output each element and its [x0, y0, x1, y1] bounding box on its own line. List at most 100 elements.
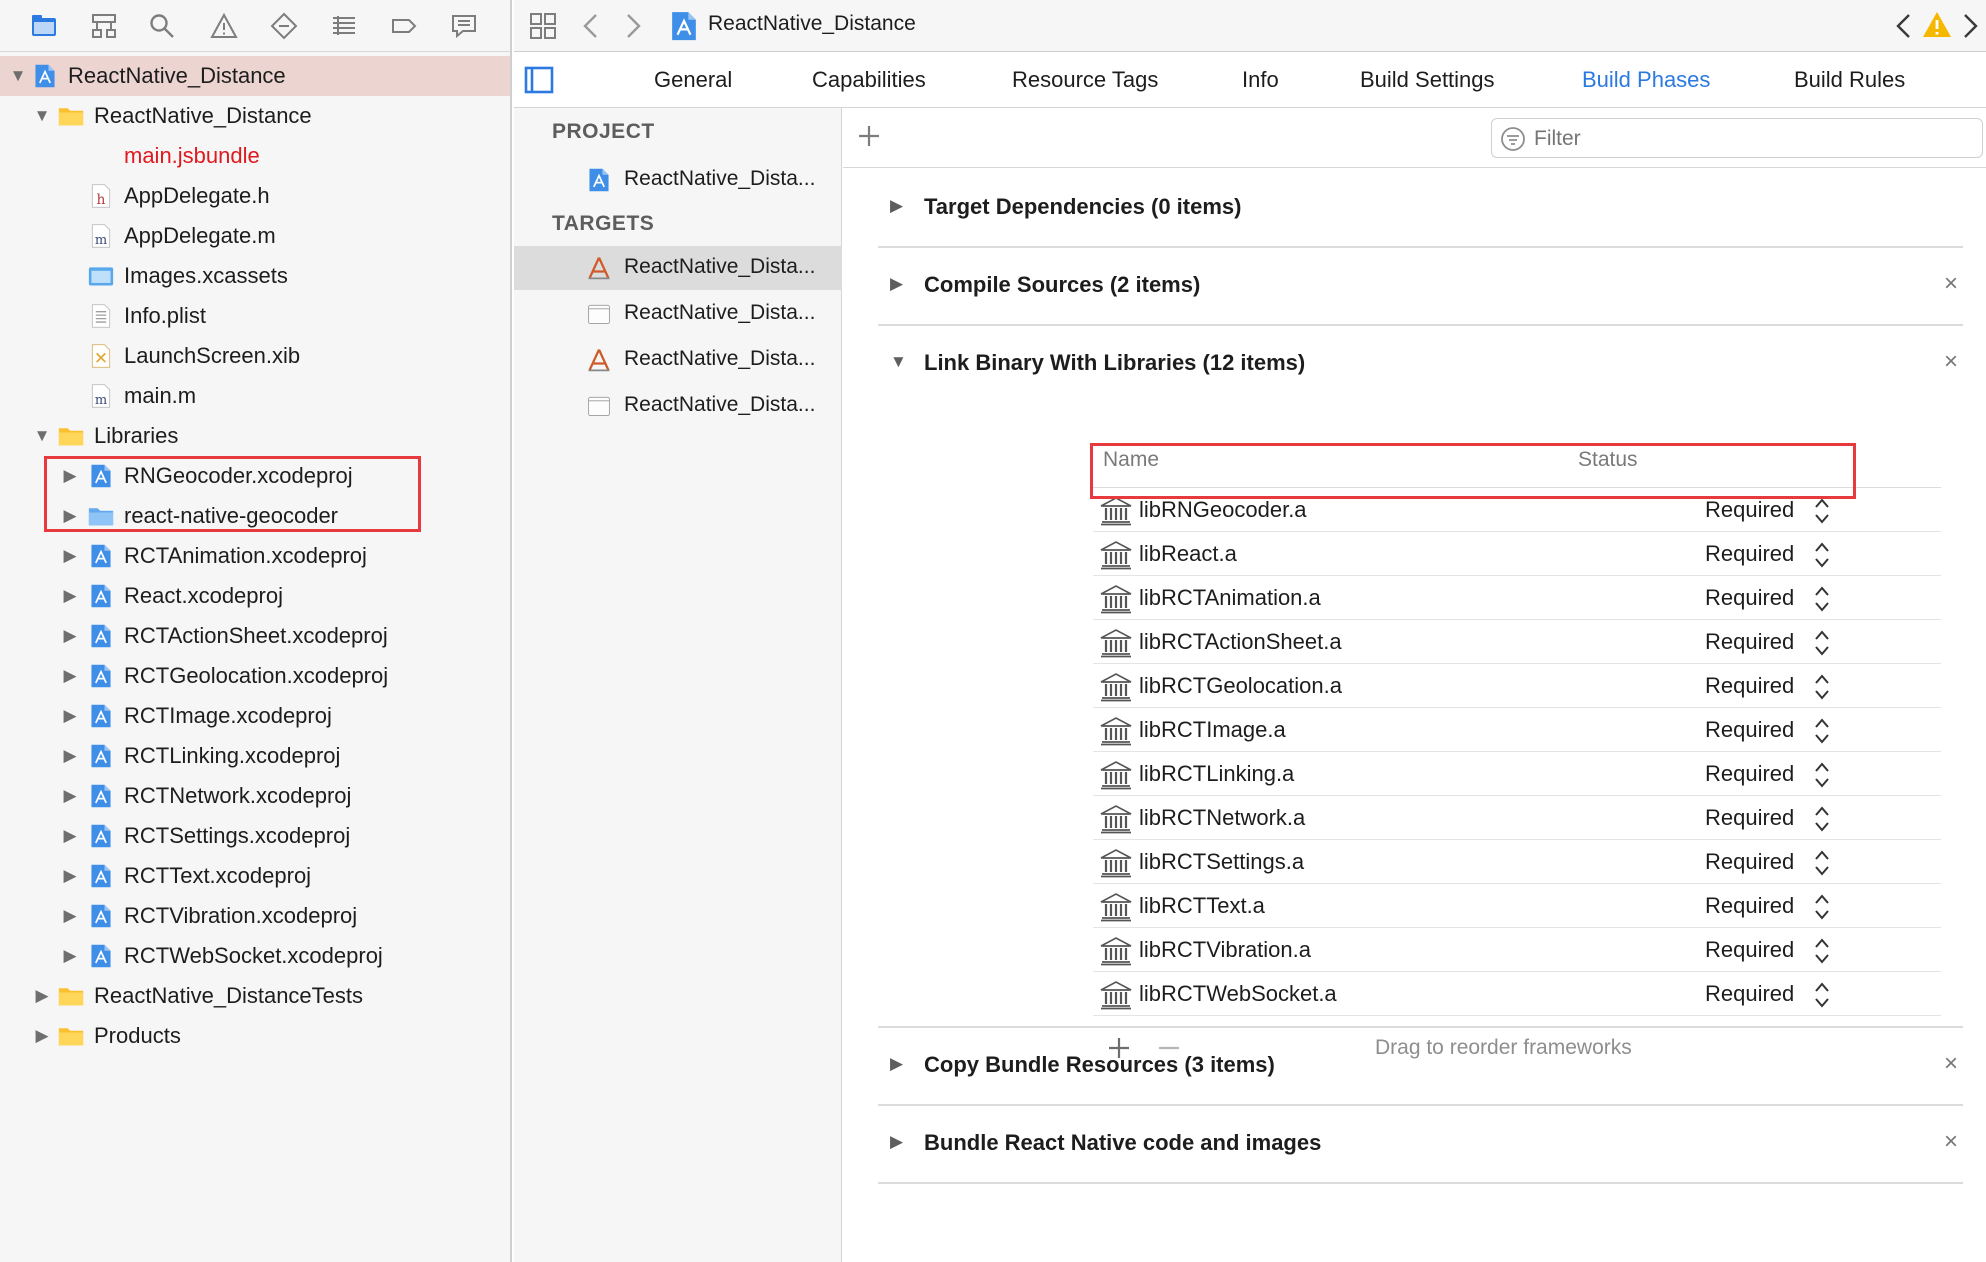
show-targets-icon[interactable]	[524, 66, 554, 94]
library-row[interactable]: libReact.a Required	[1093, 532, 1941, 576]
filter-input[interactable]	[1534, 125, 1964, 153]
status-stepper-icon[interactable]	[1813, 628, 1831, 658]
status-stepper-icon[interactable]	[1813, 584, 1831, 614]
disclosure-closed-icon[interactable]: ▶	[60, 586, 80, 606]
debug-list-icon[interactable]	[328, 10, 360, 42]
test-diamond-icon[interactable]	[268, 10, 300, 42]
warning-icon[interactable]	[1922, 10, 1952, 40]
library-row[interactable]: libRCTText.a Required	[1093, 884, 1941, 928]
tree-item[interactable]: LaunchScreen.xib	[0, 336, 510, 376]
previous-issue-icon[interactable]	[1894, 12, 1914, 40]
status-stepper-icon[interactable]	[1813, 540, 1831, 570]
tree-item[interactable]: m main.m	[0, 376, 510, 416]
build-phase-title[interactable]: Bundle React Native code and images	[924, 1130, 1321, 1156]
disclosure-closed-icon[interactable]: ▶	[60, 666, 80, 686]
tree-item[interactable]: ▶ ReactNative_DistanceTests	[0, 976, 510, 1016]
disclosure-closed-icon[interactable]: ▶	[60, 626, 80, 646]
tree-item[interactable]: ▶ RCTNetwork.xcodeproj	[0, 776, 510, 816]
library-row[interactable]: libRNGeocoder.a Required	[1093, 488, 1941, 532]
tree-item[interactable]: ▶ Products	[0, 1016, 510, 1056]
status-stepper-icon[interactable]	[1813, 496, 1831, 526]
tree-item[interactable]: ▶ RCTWebSocket.xcodeproj	[0, 936, 510, 976]
tree-item[interactable]: ▶ RCTGeolocation.xcodeproj	[0, 656, 510, 696]
disclosure-closed-icon[interactable]: ▶	[890, 1132, 903, 1152]
disclosure-closed-icon[interactable]: ▶	[60, 706, 80, 726]
status-stepper-icon[interactable]	[1813, 980, 1831, 1010]
tab-general[interactable]: General	[654, 67, 732, 93]
status-column-header[interactable]: Status	[1578, 448, 1638, 472]
tree-item[interactable]: ▶ RCTActionSheet.xcodeproj	[0, 616, 510, 656]
close-icon[interactable]: ×	[1939, 1128, 1963, 1156]
close-icon[interactable]: ×	[1939, 1050, 1963, 1078]
tree-item[interactable]: m AppDelegate.m	[0, 216, 510, 256]
project-item[interactable]: ReactNative_Dista...	[514, 158, 842, 202]
search-icon[interactable]	[146, 10, 178, 42]
disclosure-closed-icon[interactable]: ▶	[60, 826, 80, 846]
tree-item[interactable]: ▼ Libraries	[0, 416, 510, 456]
disclosure-open-icon[interactable]: ▼	[32, 106, 52, 126]
back-chevron-icon[interactable]	[580, 12, 602, 40]
library-row[interactable]: libRCTGeolocation.a Required	[1093, 664, 1941, 708]
library-row[interactable]: libRCTImage.a Required	[1093, 708, 1941, 752]
add-phase-plus-icon[interactable]	[855, 122, 883, 150]
target-item[interactable]: ReactNative_Dista...	[514, 338, 842, 382]
library-row[interactable]: libRCTSettings.a Required	[1093, 840, 1941, 884]
disclosure-open-icon[interactable]: ▼	[8, 66, 28, 86]
status-stepper-icon[interactable]	[1813, 716, 1831, 746]
disclosure-closed-icon[interactable]: ▶	[32, 986, 52, 1006]
target-item[interactable]: ReactNative_Dista...	[514, 384, 842, 428]
build-phase-title[interactable]: Copy Bundle Resources (3 items)	[924, 1052, 1275, 1078]
disclosure-closed-icon[interactable]: ▶	[60, 786, 80, 806]
warning-icon[interactable]	[208, 10, 240, 42]
close-icon[interactable]: ×	[1939, 348, 1963, 376]
library-row[interactable]: libRCTActionSheet.a Required	[1093, 620, 1941, 664]
disclosure-closed-icon[interactable]: ▶	[32, 1026, 52, 1046]
tree-item[interactable]: ▶ RCTAnimation.xcodeproj	[0, 536, 510, 576]
disclosure-closed-icon[interactable]: ▶	[60, 506, 80, 526]
library-status[interactable]: Required	[1705, 673, 1794, 699]
tree-item[interactable]: ▶ RCTText.xcodeproj	[0, 856, 510, 896]
library-row[interactable]: libRCTWebSocket.a Required	[1093, 972, 1941, 1016]
tab-resource-tags[interactable]: Resource Tags	[1012, 67, 1158, 93]
library-status[interactable]: Required	[1705, 717, 1794, 743]
disclosure-closed-icon[interactable]: ▶	[60, 546, 80, 566]
tree-item[interactable]: ▶ RCTImage.xcodeproj	[0, 696, 510, 736]
jump-bar-title[interactable]: ReactNative_Distance	[708, 12, 916, 36]
tab-capabilities[interactable]: Capabilities	[812, 67, 926, 93]
tree-item[interactable]: ▶ RCTSettings.xcodeproj	[0, 816, 510, 856]
tree-item[interactable]: ▶ RCTVibration.xcodeproj	[0, 896, 510, 936]
next-issue-icon[interactable]	[1960, 12, 1980, 40]
status-stepper-icon[interactable]	[1813, 892, 1831, 922]
tree-item[interactable]: Info.plist	[0, 296, 510, 336]
disclosure-closed-icon[interactable]: ▶	[60, 946, 80, 966]
library-row[interactable]: libRCTAnimation.a Required	[1093, 576, 1941, 620]
tab-info[interactable]: Info	[1242, 67, 1279, 93]
library-row[interactable]: libRCTLinking.a Required	[1093, 752, 1941, 796]
status-stepper-icon[interactable]	[1813, 936, 1831, 966]
tree-item[interactable]: main.jsbundle	[0, 136, 510, 176]
build-phase-title[interactable]: Compile Sources (2 items)	[924, 272, 1200, 298]
disclosure-closed-icon[interactable]: ▶	[60, 906, 80, 926]
tree-item[interactable]: h AppDelegate.h	[0, 176, 510, 216]
tree-item[interactable]: ▶ RNGeocoder.xcodeproj	[0, 456, 510, 496]
filter-field[interactable]	[1491, 118, 1983, 158]
tree-item[interactable]: ▶ RCTLinking.xcodeproj	[0, 736, 510, 776]
disclosure-closed-icon[interactable]: ▶	[890, 274, 903, 294]
remove-library-minus-icon[interactable]	[1155, 1034, 1183, 1062]
library-status[interactable]: Required	[1705, 541, 1794, 567]
tree-item[interactable]: ▶ react-native-geocoder	[0, 496, 510, 536]
disclosure-open-icon[interactable]: ▼	[32, 426, 52, 446]
tree-item[interactable]: ▼ ReactNative_Distance	[0, 56, 510, 96]
breakpoint-icon[interactable]	[388, 10, 420, 42]
tab-build-settings[interactable]: Build Settings	[1360, 67, 1495, 93]
library-status[interactable]: Required	[1705, 893, 1794, 919]
report-icon[interactable]	[448, 10, 480, 42]
tree-item[interactable]: ▼ ReactNative_Distance	[0, 96, 510, 136]
disclosure-closed-icon[interactable]: ▶	[60, 746, 80, 766]
hierarchy-navigator-icon[interactable]	[88, 10, 120, 42]
build-phase-title[interactable]: Target Dependencies (0 items)	[924, 194, 1241, 220]
status-stepper-icon[interactable]	[1813, 760, 1831, 790]
disclosure-closed-icon[interactable]: ▶	[60, 866, 80, 886]
status-stepper-icon[interactable]	[1813, 848, 1831, 878]
library-status[interactable]: Required	[1705, 937, 1794, 963]
